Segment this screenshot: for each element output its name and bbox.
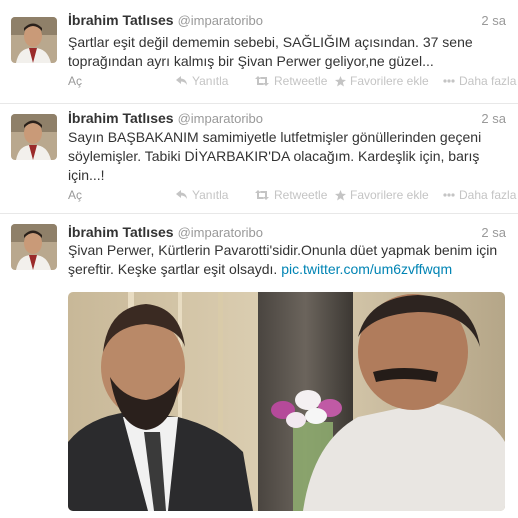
avatar[interactable] xyxy=(11,17,57,63)
reply-button[interactable]: Yanıtla xyxy=(176,74,228,88)
reply-label: Yanıtla xyxy=(192,188,229,202)
tweet-photo[interactable] xyxy=(68,292,505,511)
open-link[interactable]: Aç xyxy=(68,74,82,88)
tweet-1[interactable]: İbrahim Tatlıses @imparatoribo 2 sa Şartl… xyxy=(0,0,518,104)
tweet-text: Şivan Perwer, Kürtlerin Pavarotti'sidir.… xyxy=(68,241,504,279)
retweet-button[interactable]: Retweetle xyxy=(254,74,327,88)
more-button[interactable]: Daha fazla xyxy=(443,74,516,88)
favorite-button[interactable]: Favorilere ekle xyxy=(335,74,429,88)
reply-icon xyxy=(176,76,187,85)
author-name[interactable]: İbrahim Tatlıses xyxy=(68,12,174,28)
retweet-label: Retweetle xyxy=(274,74,328,88)
star-icon xyxy=(335,189,346,201)
reply-icon xyxy=(176,190,187,199)
avatar[interactable] xyxy=(11,114,57,160)
favorite-button[interactable]: Favorilere ekle xyxy=(335,188,429,202)
author-handle[interactable]: @imparatoribo xyxy=(178,13,263,28)
retweet-label: Retweetle xyxy=(274,188,328,202)
more-button[interactable]: Daha fazla xyxy=(443,188,516,202)
favorite-label: Favorilere ekle xyxy=(350,188,429,202)
timestamp[interactable]: 2 sa xyxy=(481,225,506,240)
media-link[interactable]: pic.twitter.com/um6zvffwqm xyxy=(281,261,452,277)
reply-button[interactable]: Yanıtla xyxy=(176,188,228,202)
tweet-actions: Aç Yanıtla Retweetle Favorilere ekle Dah… xyxy=(68,74,516,90)
more-icon xyxy=(443,79,455,83)
author-name[interactable]: İbrahim Tatlıses xyxy=(68,110,174,126)
avatar[interactable] xyxy=(11,224,57,270)
reply-label: Yanıtla xyxy=(192,74,229,88)
more-label: Daha fazla xyxy=(459,74,517,88)
more-icon xyxy=(443,193,455,197)
retweet-icon xyxy=(255,76,269,86)
favorite-label: Favorilere ekle xyxy=(350,74,429,88)
tweet-2[interactable]: İbrahim Tatlıses @imparatoribo 2 sa Sayın… xyxy=(0,104,518,214)
author-name[interactable]: İbrahim Tatlıses xyxy=(68,224,174,240)
retweet-icon xyxy=(255,190,269,200)
timestamp[interactable]: 2 sa xyxy=(481,111,506,126)
more-label: Daha fazla xyxy=(459,188,517,202)
author-handle[interactable]: @imparatoribo xyxy=(178,111,263,126)
tweet-text: Şartlar eşit değil dememin sebebi, SAĞLI… xyxy=(68,34,473,69)
timestamp[interactable]: 2 sa xyxy=(481,13,506,28)
open-link[interactable]: Aç xyxy=(68,188,82,202)
tweet-text: Sayın BAŞBAKANIM samimiyetle lutfetmişle… xyxy=(68,129,482,183)
star-icon xyxy=(335,75,346,87)
tweet-actions: Aç Yanıtla Retweetle Favorilere ekle Dah… xyxy=(68,188,516,204)
author-handle[interactable]: @imparatoribo xyxy=(178,225,263,240)
retweet-button[interactable]: Retweetle xyxy=(254,188,327,202)
